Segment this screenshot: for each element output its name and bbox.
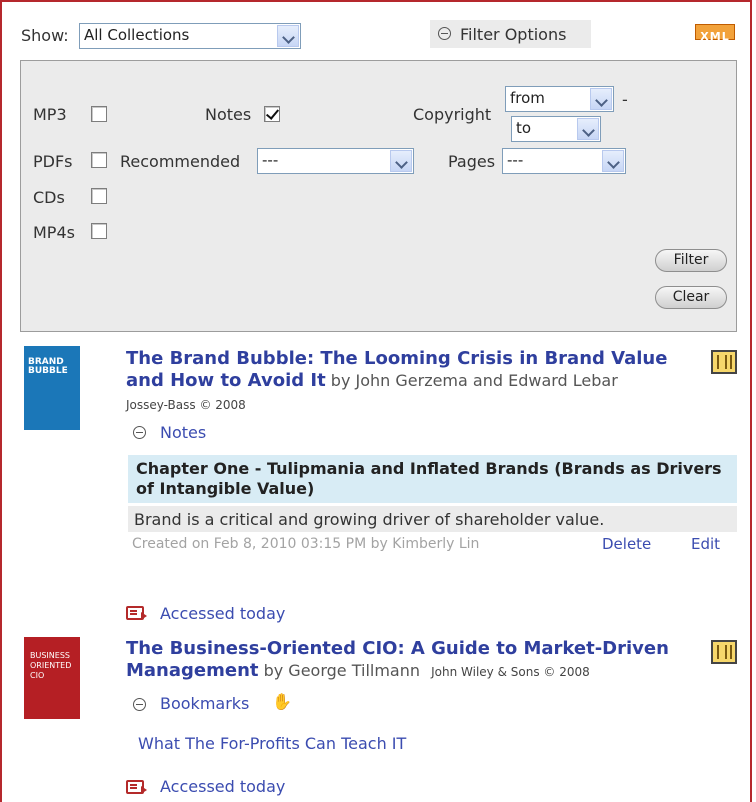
result-author: by George Tillmann [263, 661, 421, 680]
filter-button[interactable]: Filter [655, 249, 727, 272]
note-meta: Created on Feb 8, 2010 03:15 PM by Kimbe… [132, 536, 480, 552]
notes-checkbox[interactable] [264, 106, 280, 122]
chevron-down-icon[interactable] [602, 150, 624, 172]
result-title-block: The Business-Oriented CIO: A Guide to Ma… [126, 638, 701, 682]
chevron-down-icon[interactable] [277, 25, 299, 47]
note-chapter-title: Chapter One - Tulipmania and Inflated Br… [136, 459, 722, 498]
xml-label: XML [700, 30, 730, 43]
xml-feed-button[interactable]: XML [695, 24, 735, 43]
recommended-select-value: --- [262, 151, 279, 169]
chevron-down-icon[interactable] [577, 118, 599, 140]
notes-toggle-link[interactable]: Notes [160, 423, 206, 442]
bookmark-link[interactable]: What The For-Profits Can Teach IT [138, 734, 406, 753]
result-publisher: John Wiley & Sons © 2008 [431, 665, 590, 679]
result-publisher: Jossey-Bass © 2008 [126, 398, 246, 412]
filter-options-label: Filter Options [460, 25, 567, 44]
read-book-icon[interactable] [711, 350, 737, 374]
bookmark-hand-icon: ✋ [272, 692, 292, 711]
pdfs-label: PDFs [33, 152, 73, 171]
result-title-block: The Brand Bubble: The Looming Crisis in … [126, 348, 696, 392]
chevron-down-icon[interactable] [590, 88, 612, 110]
show-label: Show: [21, 26, 69, 45]
cover-text: BUSINESS ORIENTED CIO [30, 651, 72, 680]
accessed-icon [126, 606, 147, 620]
book-cover-image[interactable]: BRAND BUBBLE [24, 346, 80, 430]
accessed-status: Accessed today [160, 604, 286, 623]
filter-panel: MP3 PDFs CDs MP4s Notes Recommended --- … [20, 60, 737, 332]
mp4s-label: MP4s [33, 223, 75, 242]
accessed-status: Accessed today [160, 777, 286, 796]
copyright-label: Copyright [413, 105, 492, 124]
collection-select-value: All Collections [84, 26, 190, 44]
accessed-icon [126, 780, 147, 794]
notes-label: Notes [205, 105, 252, 124]
book-cover-image[interactable]: BUSINESS ORIENTED CIO [24, 637, 80, 719]
filter-options-toggle[interactable]: Filter Options [430, 20, 591, 48]
mp3-label: MP3 [33, 105, 67, 124]
chevron-down-icon[interactable] [390, 150, 412, 172]
collection-select[interactable]: All Collections [79, 23, 301, 49]
note-text-row: Brand is a critical and growing driver o… [128, 506, 737, 532]
read-book-icon[interactable] [711, 640, 737, 664]
note-text: Brand is a critical and growing driver o… [134, 510, 605, 529]
copyright-to-select[interactable]: to [511, 116, 601, 142]
note-edit-link[interactable]: Edit [691, 535, 720, 553]
result-author: by John Gerzema and Edward Lebar [330, 371, 618, 390]
pdfs-checkbox[interactable] [91, 152, 107, 168]
bookmarks-toggle-link[interactable]: Bookmarks [160, 694, 249, 713]
pages-select[interactable]: --- [502, 148, 626, 174]
note-delete-link[interactable]: Delete [602, 535, 651, 553]
copyright-from-value: from [510, 89, 545, 107]
copyright-to-value: to [516, 119, 532, 137]
mp3-checkbox[interactable] [91, 106, 107, 122]
copyright-from-select[interactable]: from [505, 86, 614, 112]
note-chapter-header: Chapter One - Tulipmania and Inflated Br… [128, 455, 737, 503]
recommended-select[interactable]: --- [257, 148, 414, 174]
collapse-icon[interactable] [133, 698, 146, 711]
pages-label: Pages [448, 152, 496, 171]
copyright-dash: - [622, 90, 628, 109]
cds-checkbox[interactable] [91, 188, 107, 204]
collapse-icon[interactable] [133, 426, 146, 439]
cds-label: CDs [33, 188, 65, 207]
collapse-icon[interactable] [438, 27, 451, 40]
pages-select-value: --- [507, 151, 524, 169]
mp4s-checkbox[interactable] [91, 223, 107, 239]
recommended-label: Recommended [120, 152, 241, 171]
cover-text: BRAND BUBBLE [28, 357, 68, 376]
clear-button[interactable]: Clear [655, 286, 727, 309]
